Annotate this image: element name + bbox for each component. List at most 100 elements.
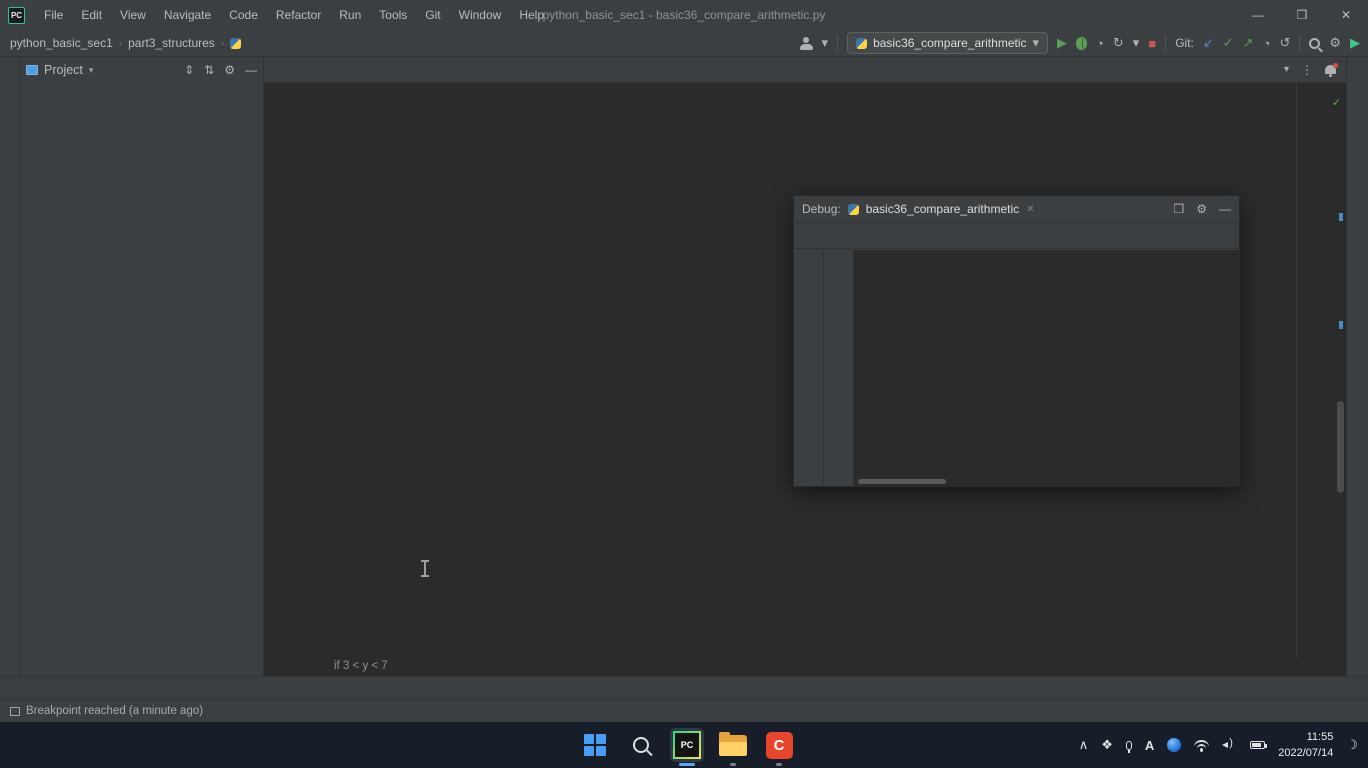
taskbar-clock[interactable]: 11:55 2022/07/14 <box>1278 729 1333 762</box>
project-panel-title: Project <box>44 63 83 77</box>
python-icon <box>848 204 859 215</box>
taskbar-camtasia-icon[interactable]: C <box>762 728 796 762</box>
collapse-all-icon[interactable]: ⇅ <box>204 63 214 77</box>
minimize-button[interactable]: — <box>1236 0 1280 30</box>
right-tool-stripe <box>1346 57 1368 676</box>
tab-list-chevron-icon[interactable]: ▾ <box>1284 64 1289 75</box>
search-everywhere-icon[interactable] <box>1309 38 1320 49</box>
layout-icon[interactable] <box>10 707 20 716</box>
windows-taskbar: PC C ∧ ❖ A 11:55 2022/07/14 ☽ <box>0 722 1368 768</box>
dropbox-icon[interactable]: ❖ <box>1101 737 1113 753</box>
taskbar-explorer-icon[interactable] <box>716 728 750 762</box>
expand-all-icon[interactable]: ⇕ <box>184 63 194 77</box>
menu-git[interactable]: Git <box>416 0 449 30</box>
tool-window-bar <box>0 676 1368 699</box>
run-config-combo[interactable]: basic36_compare_arithmetic ▾ <box>847 32 1048 54</box>
breadcrumb-separator: › <box>119 38 122 49</box>
change-marker <box>1339 321 1343 329</box>
editor-tab-bar: ▾ ⋮ <box>264 57 1346 83</box>
battery-icon[interactable] <box>1250 741 1265 749</box>
breadcrumb: python_basic_sec1 › part3_structures › <box>10 36 241 50</box>
user-dropdown-icon[interactable]: ▾ <box>822 35 829 51</box>
tray-chevron-icon[interactable]: ∧ <box>1079 737 1089 753</box>
clock-date: 2022/07/14 <box>1278 745 1333 762</box>
microphone-icon[interactable] <box>1126 741 1132 750</box>
console-action-strip <box>824 250 854 486</box>
editor-breadcrumb[interactable]: if 3 < y < 7 <box>264 657 1346 676</box>
notifications-bell-icon[interactable] <box>1325 65 1336 74</box>
menu-refactor[interactable]: Refactor <box>267 0 330 30</box>
volume-icon[interactable] <box>1222 739 1237 751</box>
coverage-dropdown-icon[interactable]: ▾ <box>1133 35 1140 51</box>
menu-view[interactable]: View <box>111 0 155 30</box>
menu-run[interactable]: Run <box>330 0 370 30</box>
chevron-down-icon[interactable]: ▾ <box>89 65 94 76</box>
coverage-button[interactable]: ↻ <box>1113 35 1124 51</box>
chevron-down-icon: ▾ <box>1033 35 1040 51</box>
status-message: Breakpoint reached (a minute ago) <box>26 705 203 717</box>
night-mode-icon[interactable]: ☽ <box>1346 737 1358 753</box>
tab-options-icon[interactable]: ⋮ <box>1301 63 1313 77</box>
close-session-icon[interactable]: ✕ <box>1026 204 1034 215</box>
debug-session-tab[interactable]: basic36_compare_arithmetic <box>866 202 1019 216</box>
git-label: Git: <box>1175 36 1194 50</box>
run-toolbar: ▾ basic36_compare_arithmetic ▾ ▶ ◔ ↻ ▾ ■… <box>800 32 1360 54</box>
menu-edit[interactable]: Edit <box>72 0 111 30</box>
menu-tools[interactable]: Tools <box>370 0 416 30</box>
settings-gear-icon[interactable]: ⚙ <box>1329 35 1341 51</box>
rollback-button[interactable]: ↺ <box>1279 35 1290 51</box>
git-push-button[interactable]: ↗ <box>1243 35 1254 51</box>
restore-button[interactable]: ❒ <box>1280 0 1324 30</box>
ime-indicator[interactable]: A <box>1145 738 1154 753</box>
git-update-button[interactable]: ↙ <box>1203 35 1214 51</box>
menu-window[interactable]: Window <box>450 0 511 30</box>
browser-sphere-icon[interactable] <box>1167 738 1181 752</box>
profiler-button[interactable]: ◔ <box>1096 36 1104 51</box>
stop-button[interactable]: ■ <box>1148 36 1156 51</box>
editor-scrollbar[interactable] <box>1337 401 1344 493</box>
taskbar-pycharm-icon[interactable]: PC <box>670 728 704 762</box>
taskbar-search-icon[interactable] <box>624 728 658 762</box>
debug-toolbar <box>794 223 1239 249</box>
inspections-ok-icon[interactable]: ✓ <box>1333 95 1340 109</box>
plugin-icon[interactable]: ▶ <box>1350 35 1360 51</box>
minimize-panel-icon[interactable]: — <box>1219 202 1231 216</box>
divider <box>1165 35 1166 51</box>
debug-console[interactable] <box>854 250 1239 486</box>
user-icon[interactable] <box>800 37 813 50</box>
divider <box>837 35 838 51</box>
debug-panel-title: Debug: <box>802 202 841 216</box>
project-panel: Project ▾ ⇕ ⇅ ⚙ — <box>20 57 264 676</box>
git-commit-button[interactable]: ✓ <box>1223 35 1234 51</box>
left-tool-stripe <box>0 57 20 676</box>
wifi-icon[interactable] <box>1194 740 1209 751</box>
tab-bar-extras: ▾ ⋮ <box>1284 57 1346 82</box>
hide-panel-icon[interactable]: — <box>245 63 257 77</box>
python-icon <box>856 38 867 49</box>
title-bar: PC FileEditViewNavigateCodeRefactorRunTo… <box>0 0 1368 30</box>
breadcrumb-separator: › <box>221 38 224 49</box>
close-button[interactable]: ✕ <box>1324 0 1368 30</box>
pycharm-logo: PC <box>8 7 25 24</box>
run-button[interactable]: ▶ <box>1057 35 1067 51</box>
debug-button[interactable] <box>1076 37 1087 50</box>
start-button[interactable] <box>578 728 612 762</box>
run-config-name: basic36_compare_arithmetic <box>873 36 1026 50</box>
right-margin-guide <box>1296 83 1297 657</box>
console-scrollbar[interactable] <box>858 479 946 484</box>
window-controls: — ❒ ✕ <box>1236 0 1368 30</box>
menu-file[interactable]: File <box>35 0 72 30</box>
python-file-icon <box>230 38 241 49</box>
restore-panel-icon[interactable]: ❒ <box>1173 202 1184 216</box>
project-view-icon <box>26 65 38 75</box>
breadcrumb-item[interactable]: python_basic_sec1 <box>10 36 113 50</box>
breadcrumb-item[interactable]: part3_structures <box>128 36 215 50</box>
status-bar: Breakpoint reached (a minute ago) <box>0 699 1368 722</box>
divider <box>1299 35 1300 51</box>
project-gear-icon[interactable]: ⚙ <box>224 63 235 77</box>
menu-navigate[interactable]: Navigate <box>155 0 220 30</box>
history-button[interactable]: ◔ <box>1263 36 1271 51</box>
menu-code[interactable]: Code <box>220 0 267 30</box>
debug-panel-gear-icon[interactable]: ⚙ <box>1196 202 1207 216</box>
debug-panel-header: Debug: basic36_compare_arithmetic ✕ ❒ ⚙ … <box>794 196 1239 223</box>
